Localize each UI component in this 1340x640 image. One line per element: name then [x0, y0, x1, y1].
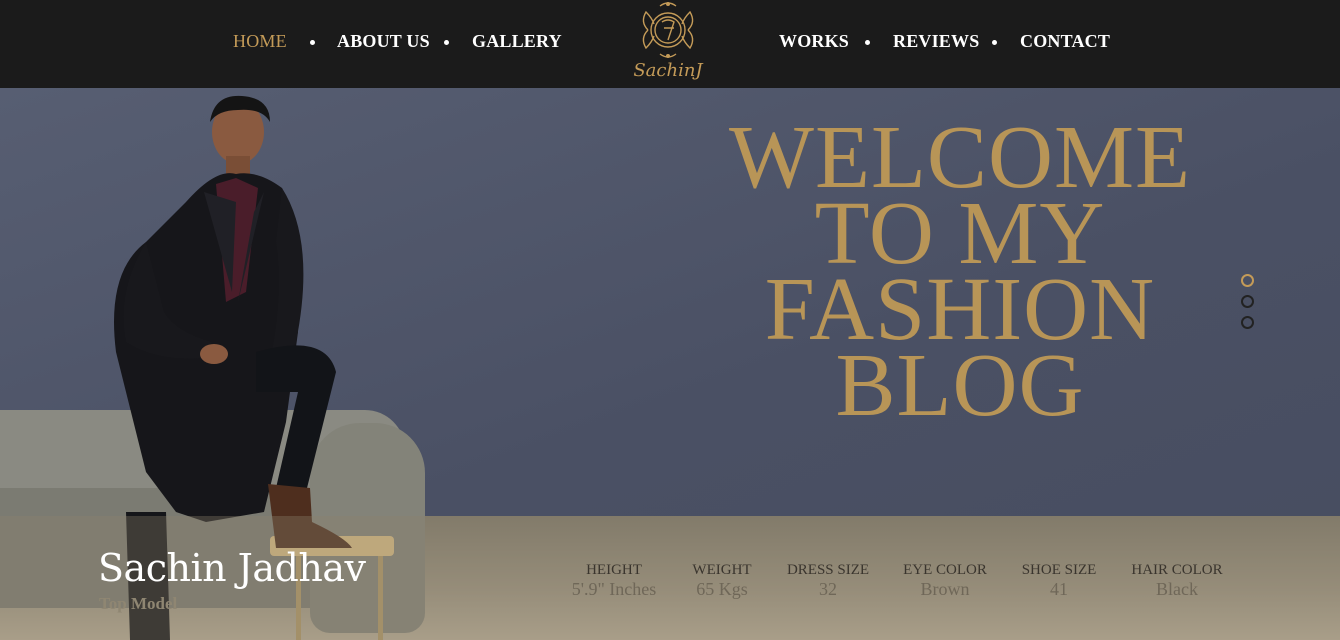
stat-value: 41	[1050, 579, 1068, 599]
stat-shoe-size: SHOE SIZE 41	[999, 562, 1119, 600]
nav-separator-dot	[444, 40, 449, 45]
hero-banner: WELCOME TO MY FASHION BLOG Sachin Jadhav…	[0, 88, 1340, 640]
nav-separator-dot	[865, 40, 870, 45]
nav-about-us[interactable]: ABOUT US	[337, 31, 430, 52]
crest-monogram-icon	[642, 2, 694, 58]
nav-separator-dot	[310, 40, 315, 45]
logo-wordmark: SachinJ	[633, 60, 703, 81]
stat-dress-size: DRESS SIZE 32	[768, 562, 888, 600]
stat-value: 65 Kgs	[696, 579, 748, 599]
stat-label: SHOE SIZE	[1021, 562, 1097, 578]
slide-dot-2[interactable]	[1241, 295, 1254, 308]
model-role: Top Model	[99, 594, 178, 613]
welcome-headline: WELCOME TO MY FASHION BLOG	[700, 113, 1220, 435]
stat-hair-color: HAIR COLOR Black	[1117, 562, 1237, 600]
headline-line: BLOG	[835, 336, 1085, 435]
top-navigation-bar: HOME ABOUT US GALLERY SachinJ WORKS REVI…	[0, 0, 1340, 88]
stat-height: HEIGHT 5'.9" Inches	[554, 562, 674, 600]
stat-value: Black	[1156, 579, 1198, 599]
slide-dot-3[interactable]	[1241, 316, 1254, 329]
slide-dot-1[interactable]	[1241, 274, 1254, 287]
stat-label: HAIR COLOR	[1131, 562, 1223, 578]
stat-value: 32	[819, 579, 837, 599]
nav-works[interactable]: WORKS	[779, 31, 849, 52]
stat-value: 5'.9" Inches	[571, 579, 657, 599]
nav-reviews[interactable]: REVIEWS	[893, 31, 979, 52]
stat-eye-color: EYE COLOR Brown	[885, 562, 1005, 600]
site-logo[interactable]: SachinJ	[618, 0, 718, 88]
nav-separator-dot	[992, 40, 997, 45]
nav-home[interactable]: HOME	[233, 31, 287, 52]
stat-weight: WEIGHT 65 Kgs	[662, 562, 782, 600]
stat-label: DRESS SIZE	[786, 562, 870, 578]
nav-gallery[interactable]: GALLERY	[472, 31, 562, 52]
model-name: Sachin Jadhav	[98, 546, 366, 590]
stat-label: WEIGHT	[692, 562, 752, 578]
stat-value: Brown	[920, 579, 970, 599]
stat-label: EYE COLOR	[903, 562, 987, 578]
stat-label: HEIGHT	[586, 562, 642, 578]
slider-pagination	[1241, 274, 1254, 337]
nav-contact[interactable]: CONTACT	[1020, 31, 1110, 52]
